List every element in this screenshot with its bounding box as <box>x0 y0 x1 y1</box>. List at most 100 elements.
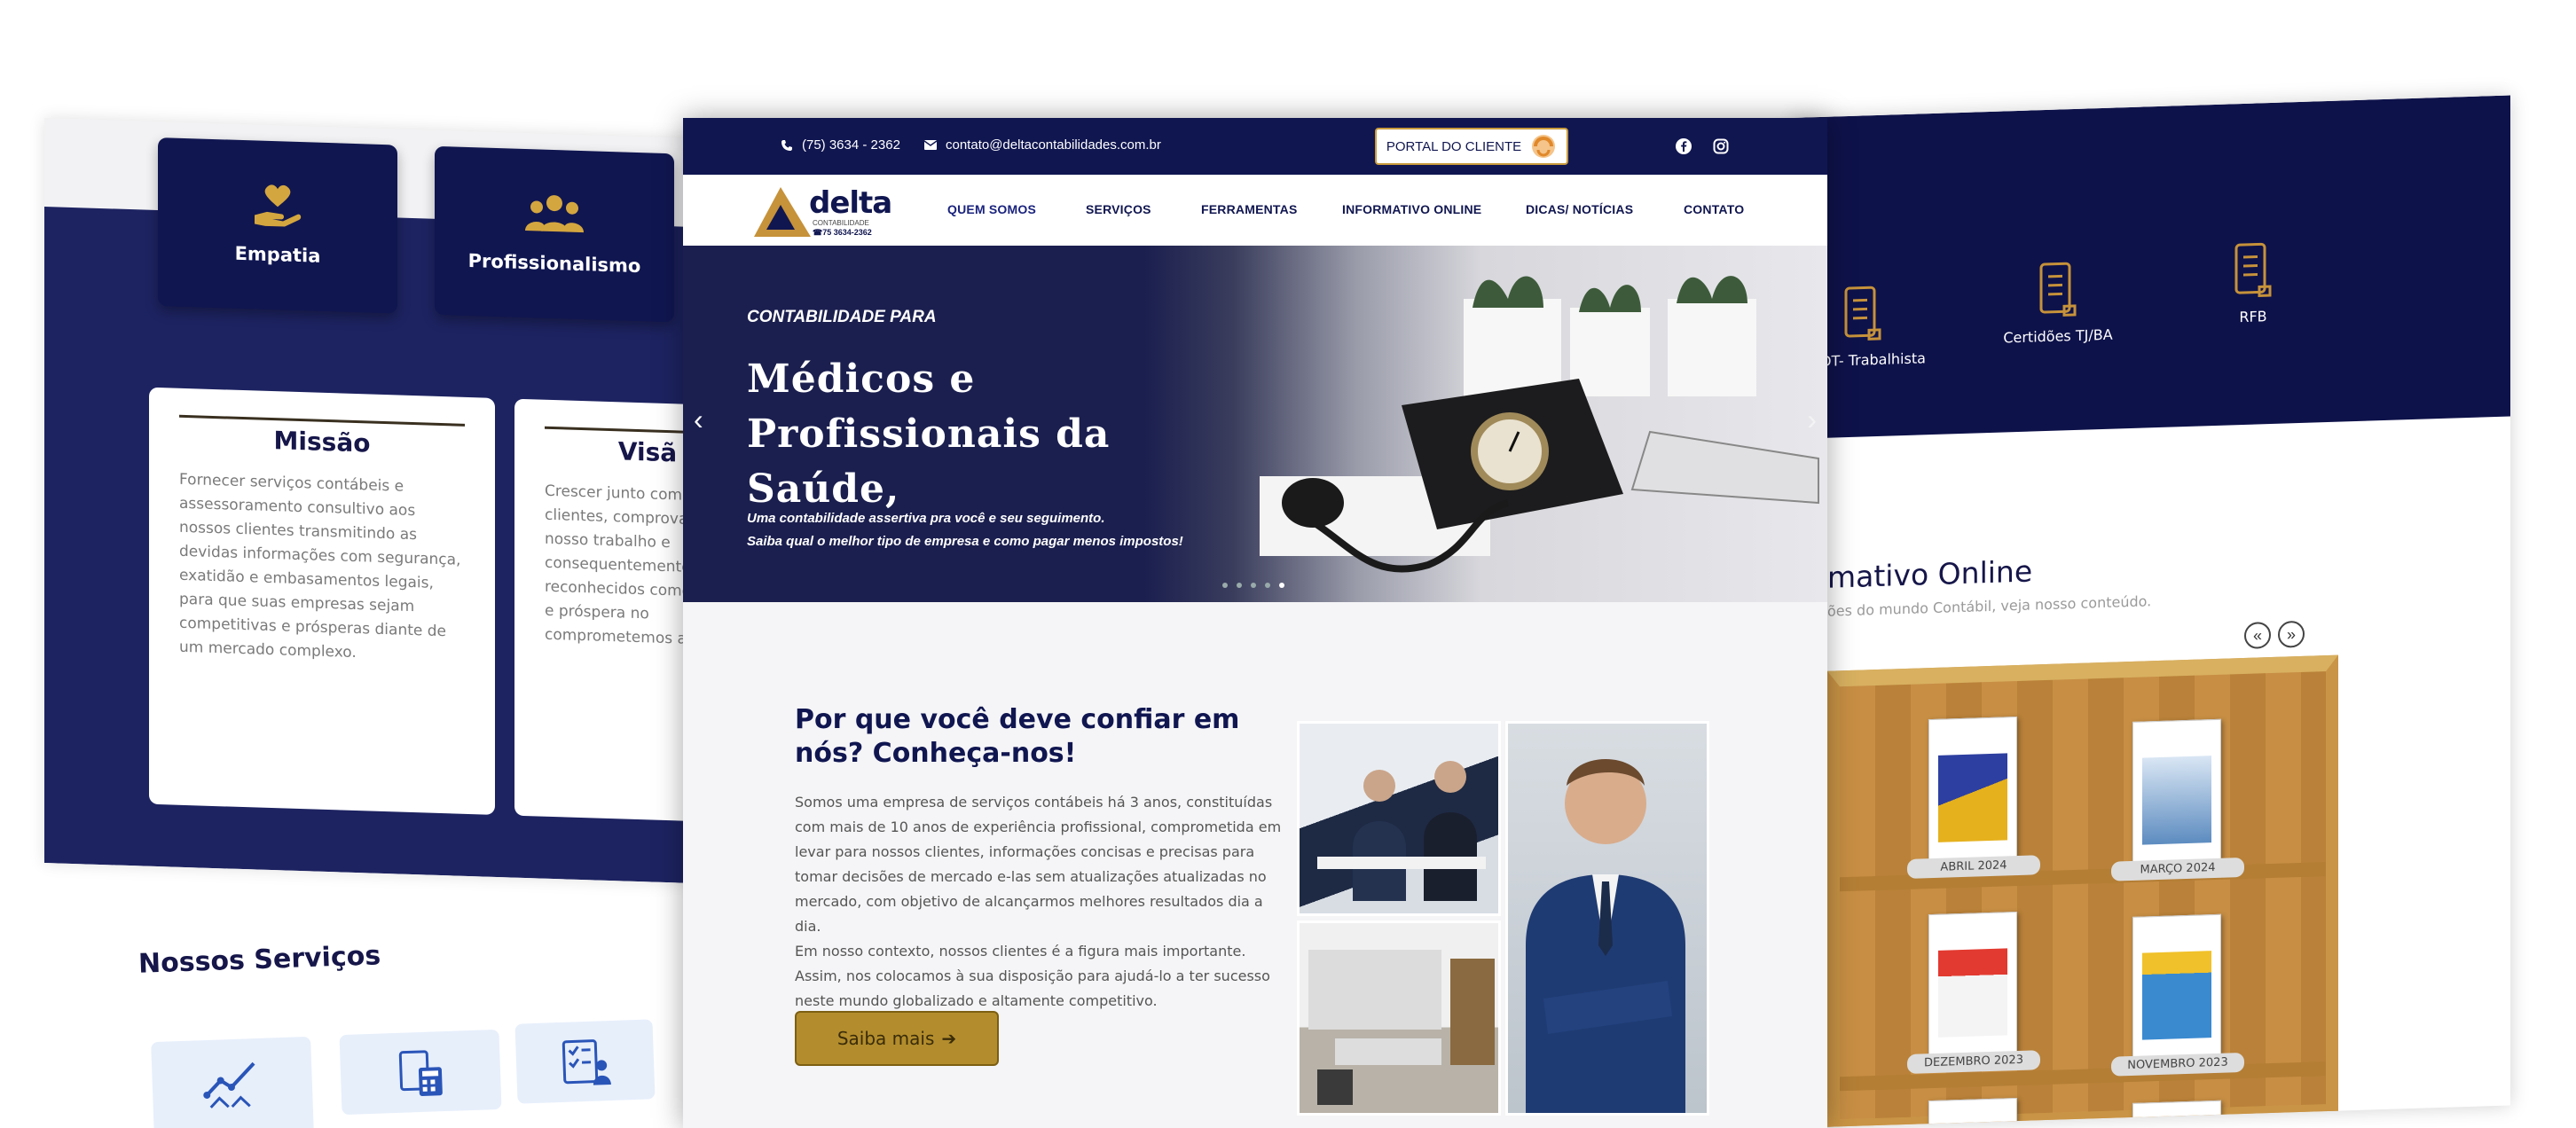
magazine-abril-2024[interactable] <box>1928 717 2017 862</box>
hero-prev-arrow[interactable]: ‹ <box>694 403 703 436</box>
team-icon <box>435 185 674 242</box>
missao-card: Missão Fornecer serviços contábeis e ass… <box>149 387 495 815</box>
about-paragraph: Somos uma empresa de serviços contábeis … <box>795 794 1282 935</box>
office-interior-image <box>1308 950 1495 1105</box>
main-navbar: delta CONTABILIDADE ☎75 3634-2362 QUEM S… <box>683 175 1827 246</box>
instagram-icon[interactable] <box>1710 136 1732 157</box>
magazine-label: NOVEMBRO 2023 <box>2111 1052 2244 1077</box>
document-icon <box>1844 286 1881 341</box>
shelf-next-button[interactable]: » <box>2278 620 2305 648</box>
hero-subtext: Uma contabilidade assertiva pra você e s… <box>747 507 1244 553</box>
about-section: Por que você deve confiar em nós? Conheç… <box>795 703 1292 1014</box>
value-card-empatia: Empatia <box>158 137 397 314</box>
meeting-photo <box>1297 721 1501 916</box>
value-card-profissionalismo: Profissionalismo <box>435 145 674 323</box>
document-icon <box>2234 242 2272 297</box>
portal-button-label: PORTAL DO CLIENTE <box>1386 138 1522 154</box>
portal-logo-icon <box>1532 135 1556 158</box>
value-label: Empatia <box>234 242 321 267</box>
logo-phone: ☎75 3634-2362 <box>813 228 872 237</box>
slider-dot[interactable] <box>1251 583 1256 588</box>
saiba-mais-label: Saiba mais <box>836 1028 935 1049</box>
service-tile-checklist[interactable] <box>514 1019 656 1104</box>
document-icon <box>2039 262 2077 317</box>
missao-text: Fornecer serviços contábeis e assessoram… <box>179 470 461 662</box>
mail-icon <box>924 140 937 150</box>
informativo-title: mativo Online <box>1827 553 2033 595</box>
nav-informativo-online[interactable]: INFORMATIVO ONLINE <box>1342 202 1481 216</box>
magazine-marco-2024[interactable] <box>2132 718 2221 864</box>
shelf-back <box>1840 671 2326 1120</box>
about-title: Por que você deve confiar em nós? Conheç… <box>795 704 1240 769</box>
delta-triangle-logo-icon <box>754 187 811 237</box>
informativo-subtitle: ões do mundo Contábil, veja nosso conteú… <box>1827 592 2152 620</box>
magazine-label: DEZEMBRO 2023 <box>1907 1050 2040 1074</box>
service-tile-calculator[interactable] <box>339 1029 502 1116</box>
main-site-preview: (75) 3634 - 2362 contato@deltacontabilid… <box>683 118 1827 1128</box>
office-photo <box>1297 920 1501 1116</box>
slider-dot[interactable] <box>1222 583 1228 588</box>
doc-label: RFB <box>2239 308 2267 326</box>
phone-icon <box>781 139 792 151</box>
magazine-dezembro-2023[interactable] <box>1928 912 2017 1057</box>
chart-growth-icon <box>203 1061 255 1108</box>
right-page-preview: CNDT- Trabalhista Certidões TJ/BA RFB ma… <box>1792 95 2510 1128</box>
ferias-cover-image <box>2142 951 2211 1040</box>
hero-headline: Médicos e Profissionais da Saúde, <box>747 356 1111 512</box>
slider-dot-active[interactable] <box>1279 583 1284 588</box>
slider-dots <box>1222 583 1284 588</box>
delta-logo[interactable]: delta CONTABILIDADE ☎75 3634-2362 <box>754 184 896 239</box>
building-cover-image <box>2142 756 2211 845</box>
showcase-stage: Empatia Profissionalismo Missão Fornecer… <box>0 0 2576 1128</box>
arrow-right-icon: ➔ <box>941 1028 957 1049</box>
email-text: contato@deltacontabilidades.com.br <box>946 137 1161 153</box>
left-page-preview: Empatia Profissionalismo Missão Fornecer… <box>44 118 745 885</box>
service-tile-growth[interactable] <box>151 1036 314 1128</box>
shelf-prev-button[interactable]: « <box>2244 622 2271 649</box>
bookshelf <box>1827 654 2338 1128</box>
slider-dot[interactable] <box>1265 583 1270 588</box>
magazine-partial[interactable] <box>2132 1100 2221 1128</box>
calculator-document-icon <box>398 1050 443 1096</box>
stethoscope-photo-image <box>1260 276 1819 573</box>
hero-slider: ‹ › CONTABILIDADE PARA Médicos e Profiss… <box>683 246 1827 602</box>
magazine-partial[interactable] <box>1928 1098 2017 1128</box>
doc-link-certidoes[interactable]: Certidões TJ/BA <box>1969 257 2147 347</box>
hero-subtext-line: Saiba qual o melhor tipo de empresa e co… <box>747 534 1183 549</box>
phone-text: (75) 3634 - 2362 <box>802 137 900 153</box>
hero-subtext-line: Uma contabilidade assertiva pra você e s… <box>747 511 1105 526</box>
saiba-mais-button[interactable]: Saiba mais ➔ <box>795 1011 999 1066</box>
slider-dot[interactable] <box>1237 583 1242 588</box>
hero-next-arrow[interactable]: › <box>1807 403 1817 436</box>
logo-word: delta <box>809 185 892 221</box>
missao-title: Missão <box>273 426 371 458</box>
topbar-phone[interactable]: (75) 3634 - 2362 <box>781 137 900 153</box>
doc-label: Certidões TJ/BA <box>2003 325 2113 347</box>
businessmen-image <box>1317 761 1486 901</box>
documents-band <box>1792 95 2510 439</box>
hero-kicker: CONTABILIDADE PARA <box>747 308 937 326</box>
nav-quem-somos[interactable]: QUEM SOMOS <box>947 202 1036 216</box>
checklist-person-icon <box>562 1039 611 1085</box>
nav-servicos[interactable]: SERVIÇOS <box>1086 202 1151 216</box>
about-paragraph: Em nosso contexto, nossos clientes é a f… <box>795 943 1270 1009</box>
topbar: (75) 3634 - 2362 contato@deltacontabilid… <box>683 118 1827 175</box>
portal-cliente-button[interactable]: PORTAL DO CLIENTE <box>1375 128 1568 165</box>
magazine-novembro-2023[interactable] <box>2132 913 2221 1059</box>
topbar-email[interactable]: contato@deltacontabilidades.com.br <box>924 137 1161 153</box>
reinf-cover-image <box>1938 948 2007 1038</box>
logo-subtitle: CONTABILIDADE <box>813 219 869 227</box>
nav-contato[interactable]: CONTATO <box>1684 202 1744 216</box>
magazine-label: ABRIL 2024 <box>1907 855 2040 879</box>
value-label: Profissionalismo <box>467 250 641 278</box>
nav-ferramentas[interactable]: FERRAMENTAS <box>1201 202 1298 216</box>
nav-dicas-noticias[interactable]: DICAS/ NOTÍCIAS <box>1526 202 1633 216</box>
lion-cover-image <box>1938 753 2007 842</box>
magazine-label: MARÇO 2024 <box>2111 857 2244 881</box>
smiling-businessman-image <box>1526 759 1685 1113</box>
heart-hand-icon <box>158 176 397 233</box>
services-title: Nossos Serviços <box>137 940 381 980</box>
facebook-icon[interactable] <box>1673 136 1694 157</box>
portrait-photo <box>1505 721 1709 1116</box>
doc-link-rfb[interactable]: RFB <box>2164 239 2342 328</box>
